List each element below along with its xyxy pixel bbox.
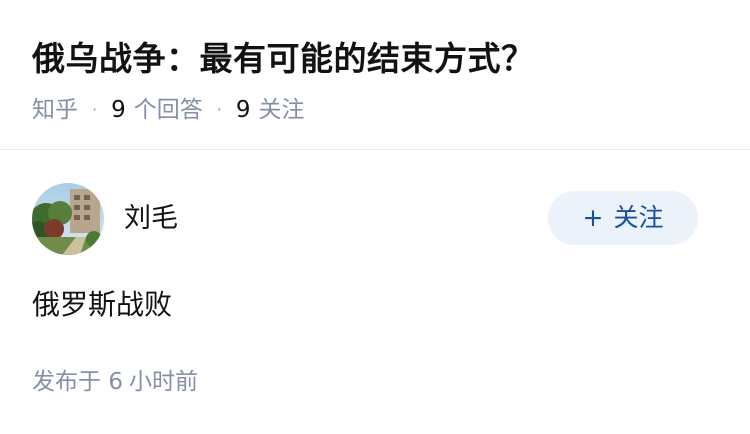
publish-time-suffix: 小时前 <box>128 369 198 395</box>
separator-dot: · <box>92 100 98 119</box>
source-label[interactable]: 知乎 <box>32 92 78 128</box>
answer-card: 刘毛 + 关注 俄罗斯战败 发布于 6 小时前 <box>0 150 750 433</box>
plus-icon: + <box>582 203 604 232</box>
avatar[interactable] <box>32 183 104 255</box>
follow-count: 9 <box>235 97 251 123</box>
question-meta: 知乎 · 9 个回答 · 9 关注 <box>32 92 304 128</box>
question-title[interactable]: 俄乌战争：最有可能的结束方式？ <box>32 34 535 84</box>
separator-dot: · <box>216 100 222 119</box>
publish-time-value: 6 <box>108 369 123 395</box>
publish-time-prefix: 发布于 <box>32 369 101 395</box>
avatar-image <box>32 183 104 255</box>
author-name[interactable]: 刘毛 <box>124 200 178 238</box>
follow-button[interactable]: + 关注 <box>548 191 698 245</box>
answer-count-label[interactable]: 个回答 <box>134 92 203 128</box>
follow-count-label[interactable]: 关注 <box>258 92 304 128</box>
publish-time: 发布于 6 小时前 <box>32 364 198 400</box>
question-header: 俄乌战争：最有可能的结束方式？ 知乎 · 9 个回答 · 9 关注 <box>0 0 750 150</box>
answer-count: 9 <box>111 97 126 123</box>
answer-content[interactable]: 俄罗斯战败 <box>32 285 172 325</box>
follow-button-label: 关注 <box>613 203 664 232</box>
